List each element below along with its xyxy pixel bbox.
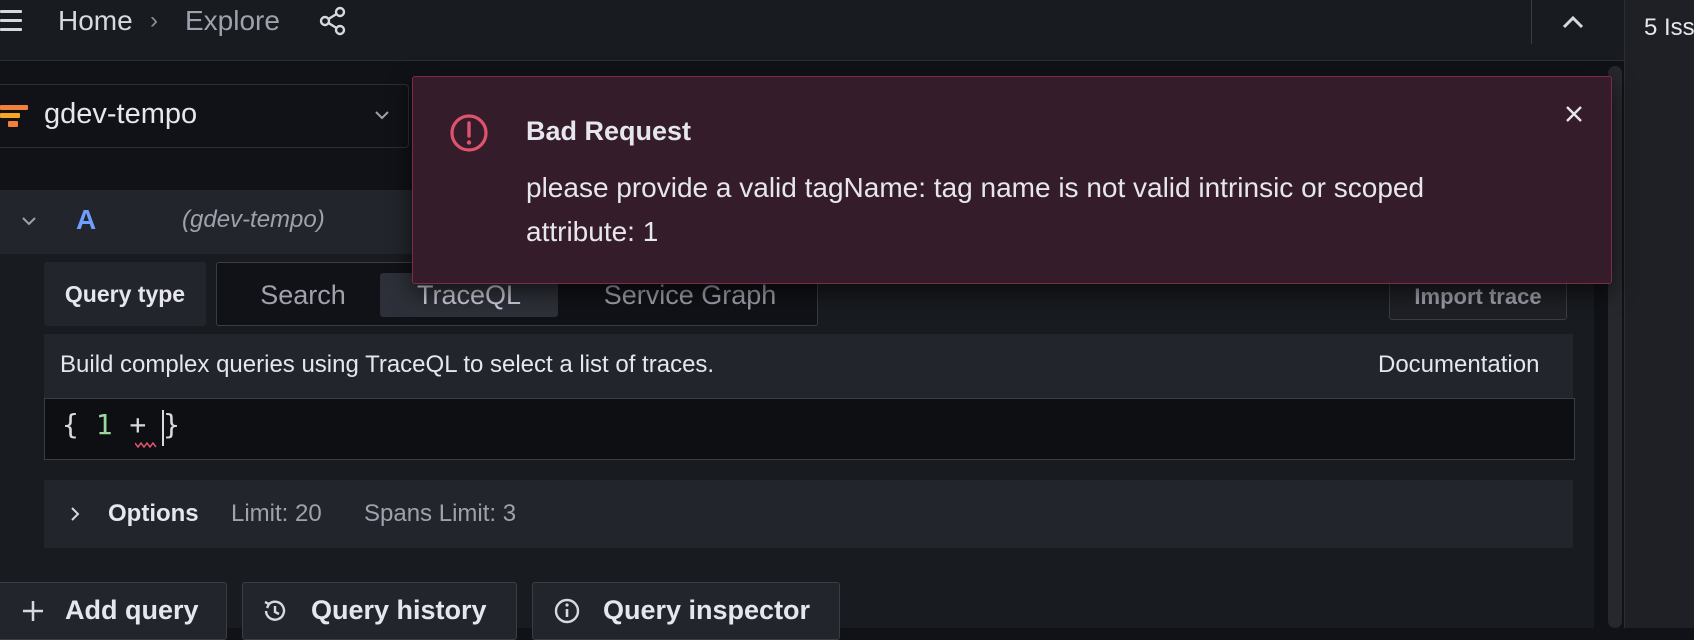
error-squiggle — [135, 442, 157, 448]
breadcrumb-home[interactable]: Home — [58, 4, 133, 38]
text-caret — [162, 410, 164, 446]
query-letter[interactable]: A — [76, 204, 96, 236]
breadcrumb-explore: Explore — [185, 5, 280, 36]
query-type-label: Query type — [44, 262, 206, 326]
collapse-row-icon[interactable] — [20, 214, 38, 228]
info-text: Build complex queries using TraceQL to s… — [60, 351, 715, 378]
info-circle-icon — [554, 598, 580, 624]
datasource-picker[interactable]: gdev-tempo — [0, 84, 409, 148]
code-close: } — [163, 408, 181, 441]
add-query-button[interactable]: Add query — [0, 582, 227, 640]
add-query-label: Add query — [65, 595, 199, 625]
query-history-button[interactable]: Query history — [242, 582, 517, 640]
options-limit: Limit: 20 — [231, 500, 322, 527]
traceql-editor[interactable] — [44, 398, 1575, 460]
documentation-link[interactable]: Documentation — [1378, 351, 1539, 379]
history-icon — [264, 600, 286, 621]
menu-icon[interactable] — [0, 8, 24, 34]
query-history-label: Query history — [311, 595, 487, 625]
chevron-down-icon — [375, 111, 389, 120]
options-spans-limit: Spans Limit: 3 — [364, 500, 517, 527]
query-datasource: (gdev-tempo) — [182, 206, 325, 233]
chevron-up-icon[interactable] — [1558, 10, 1588, 34]
side-panel — [1624, 0, 1694, 628]
exclamation-circle-icon — [450, 114, 488, 152]
issues-label[interactable]: 5 Iss — [1644, 14, 1694, 42]
plus-icon — [23, 601, 43, 621]
options-label[interactable]: Options — [108, 500, 199, 528]
code-number: 1 — [95, 408, 113, 441]
share-icon[interactable] — [318, 6, 348, 36]
datasource-name: gdev-tempo — [44, 98, 198, 130]
alert-title: Bad Request — [526, 116, 692, 146]
tempo-logo-icon — [0, 105, 28, 127]
chevron-right-icon[interactable] — [68, 506, 82, 522]
breadcrumb-separator: › — [150, 7, 158, 34]
top-divider — [1531, 0, 1532, 44]
close-icon[interactable] — [1562, 102, 1586, 126]
code-open: { — [62, 408, 96, 441]
query-inspector-label: Query inspector — [603, 595, 811, 625]
query-inspector-button[interactable]: Query inspector — [532, 582, 840, 640]
code-rest: + — [112, 408, 164, 441]
alert-message: please provide a valid tagName: tag name… — [526, 172, 1425, 247]
query-type-search[interactable]: Search — [245, 273, 361, 317]
